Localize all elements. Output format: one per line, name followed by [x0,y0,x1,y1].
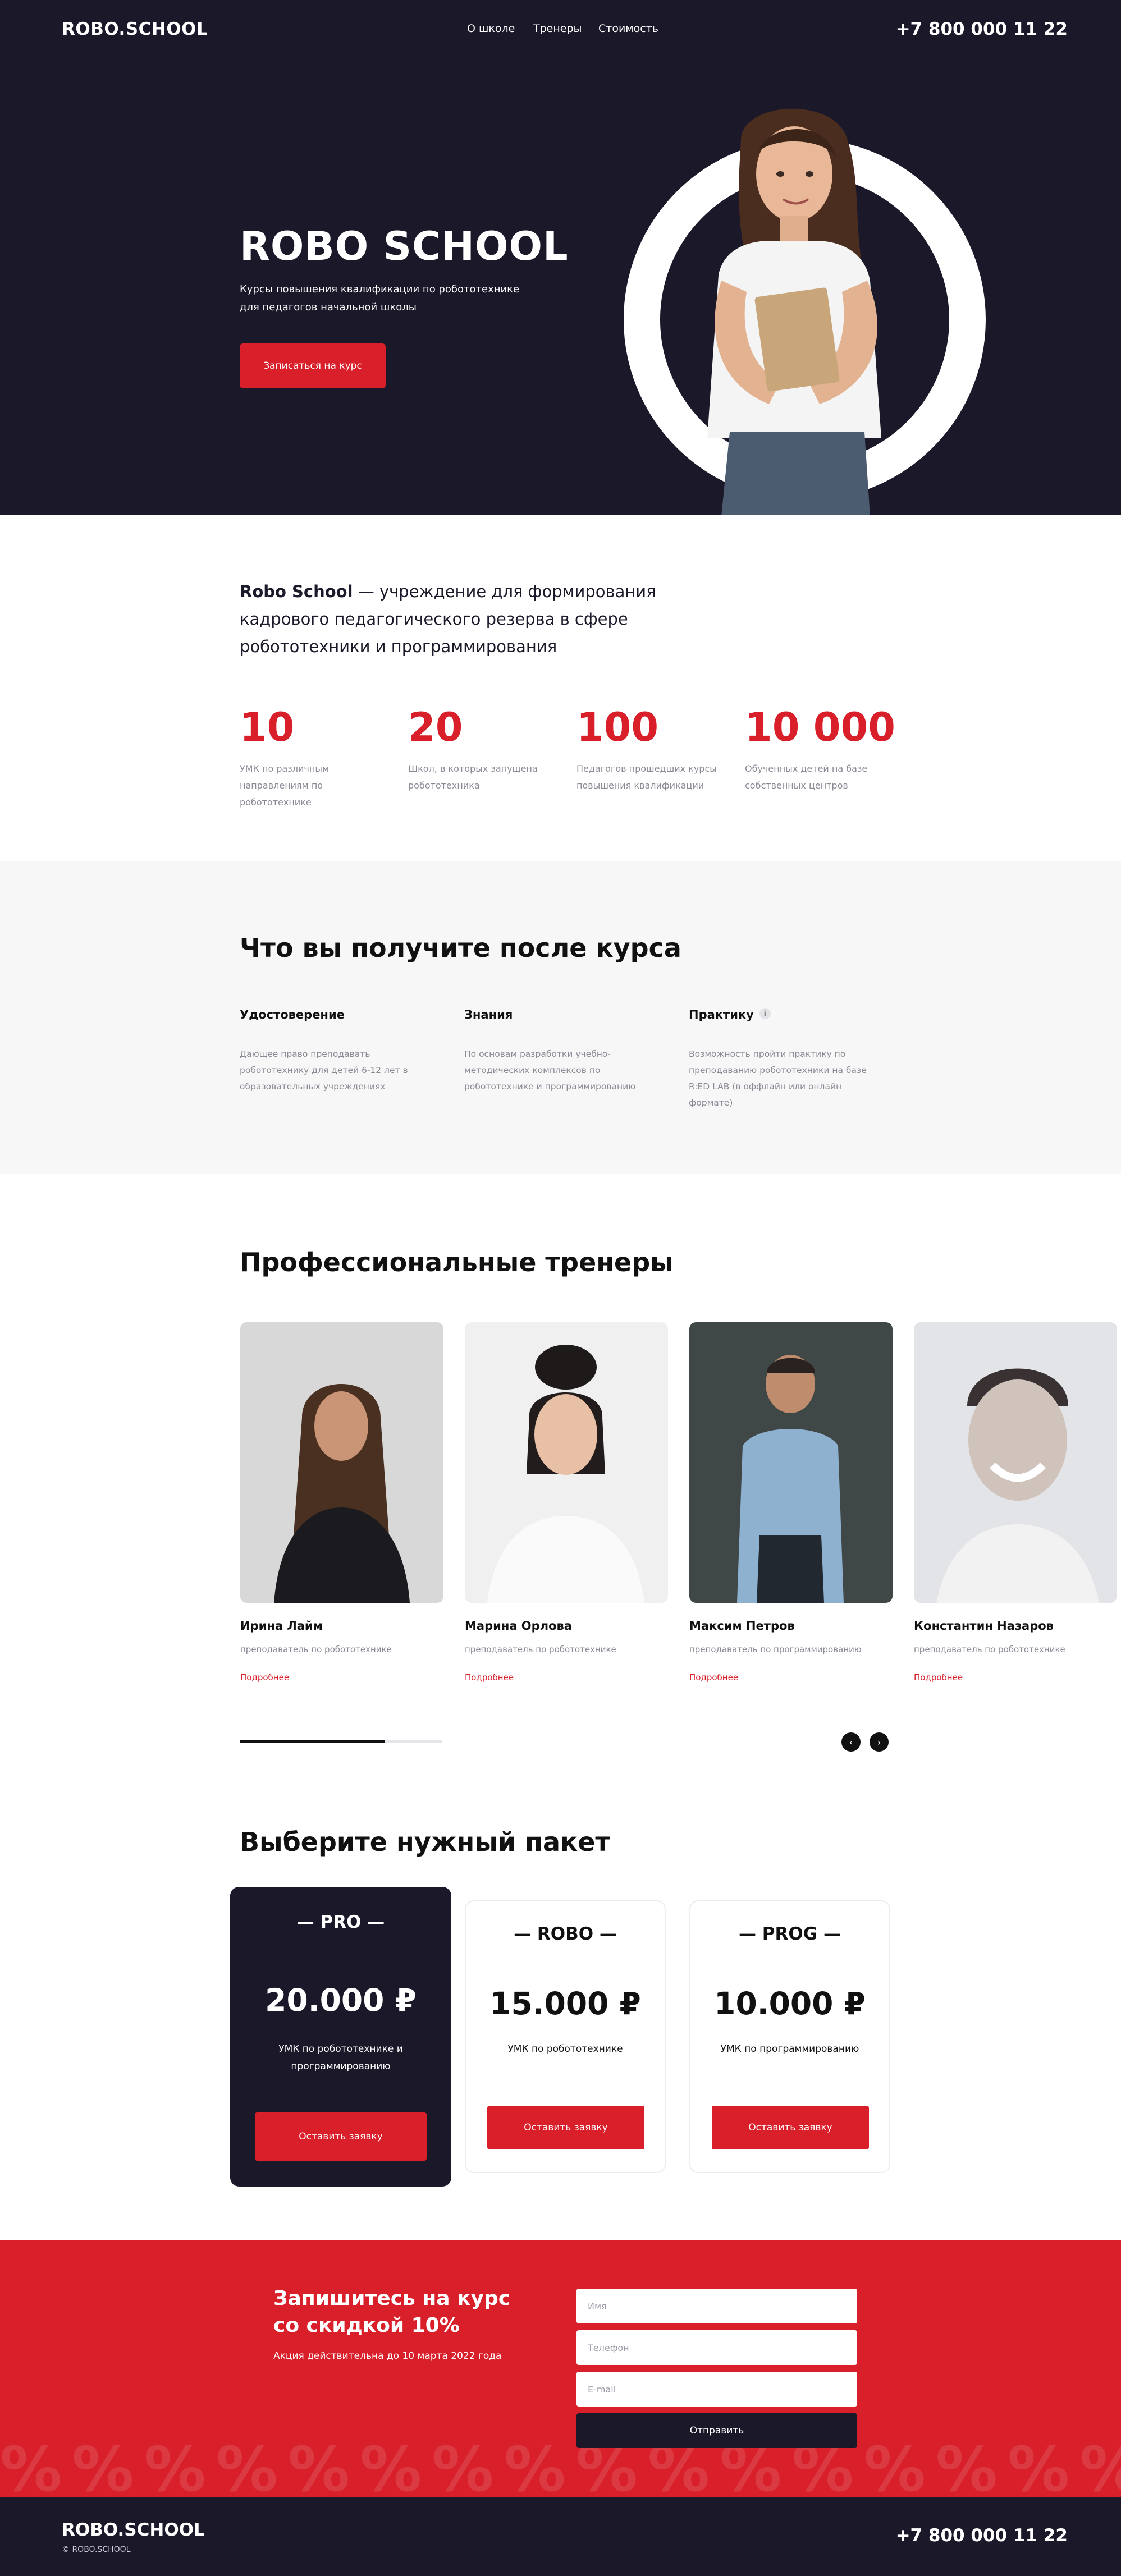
trainer-photo[interactable] [689,1322,893,1603]
stat-value: 10 000 [745,704,895,750]
percent-pattern-decoration: %%%%%%%%%%%%%%%%%%%%%%%%%%%%%% [0,2433,1121,2497]
plan-card-robo: — ROBO — 15.000 ₽ УМК по робототехнике О… [465,1900,666,2173]
hero-person-image [707,108,881,515]
plan-description: УМК по робототехнике и программированию [278,2043,403,2072]
trainer-role: преподаватель по робототехнике [914,1644,1065,1654]
trainer-portrait-image [914,1322,1117,1603]
footer: ROBO.SCHOOL © ROBO.SCHOOL +7 800 000 11 … [0,2497,1121,2576]
plan-name: — ROBO — [514,1924,617,1944]
trainer-portrait-image [240,1322,443,1603]
about-brand: Robo School [240,582,353,601]
phone-field[interactable] [576,2330,857,2365]
benefit-description: Возможность пройти практику по преподава… [689,1049,867,1108]
plan-name: — PRO — [296,1912,385,1932]
hero-subtitle-line2: для педагогов начальной школы [240,301,417,313]
plan-price: 10.000 ₽ [714,1986,866,2022]
stat-value: 20 [408,704,463,750]
nav-link-trainers[interactable]: Тренеры [533,22,582,35]
benefit-title: Практику [689,1008,754,1021]
chevron-right-icon[interactable]: › [870,1732,889,1752]
benefit-title-practice: Практику i [689,1008,771,1021]
email-field[interactable] [576,2372,857,2407]
trainer-role: преподаватель по робототехнике [465,1644,616,1654]
nav-link-about[interactable]: О школе [467,22,515,35]
about-text: Robo School — учреждение для формировани… [240,578,711,661]
benefit-description: Дающее право преподавать робототехнику д… [240,1049,408,1092]
trainer-name: Ирина Лайм [240,1619,323,1633]
hero-section: ROBO.SCHOOL О школе Тренеры Стоимость +7… [0,0,1121,515]
slider-progress-fill [240,1740,386,1743]
signup-section: %%%%%%%%%%%%%%%%%%%%%%%%%%%%%% Запишитес… [0,2240,1121,2497]
benefit-title: Знания [464,1008,513,1021]
trainer-role: преподаватель по программированию [689,1644,862,1654]
trainer-more-link[interactable]: Подробнее [240,1672,289,1683]
signup-note: Акция действительна до 10 марта 2022 год… [273,2350,502,2362]
trainer-more-link[interactable]: Подробнее [914,1672,963,1683]
info-icon[interactable]: i [759,1008,771,1019]
plan-card-prog: — PROG — 10.000 ₽ УМК по программировани… [689,1900,890,2173]
hero-subtitle: Курсы повышения квалификации по робототе… [240,281,532,317]
trainer-name: Марина Орлова [465,1619,572,1633]
plan-order-button[interactable]: Оставить заявку [255,2112,427,2161]
slider-progress-track[interactable] [240,1740,442,1743]
plan-description: УМК по программированию [720,2043,859,2055]
trainer-name: Константин Назаров [914,1619,1054,1633]
header-logo[interactable]: ROBO.SCHOOL [62,19,208,39]
footer-copyright: © ROBO.SCHOOL [62,2545,131,2554]
signup-title: Запишитесь на курс со скидкой 10% [273,2287,511,2337]
header-phone[interactable]: +7 800 000 11 22 [896,19,1068,39]
footer-phone[interactable]: +7 800 000 11 22 [896,2525,1068,2546]
enroll-button[interactable]: Записаться на курс [240,343,386,388]
hero-title: ROBO SCHOOL [240,223,569,269]
stat-value: 100 [576,704,659,750]
trainer-portrait-image [465,1322,668,1603]
trainer-photo[interactable] [240,1322,443,1603]
stat-label: Обученных детей на базе собственных цент… [745,763,868,791]
trainer-role: преподаватель по робототехнике [240,1644,392,1654]
plan-order-button[interactable]: Оставить заявку [487,2106,644,2149]
stat-value: 10 [240,704,295,750]
stat-label: Школ, в которых запущена робототехника [408,763,538,791]
benefits-title: Что вы получите после курса [240,933,681,963]
plan-price: 20.000 ₽ [265,1982,417,2018]
name-field[interactable] [576,2289,857,2323]
benefits-section: Что вы получите после курса Удостоверени… [0,861,1121,1174]
stat-label: Педагогов прошедших курсы повышения квал… [576,763,717,791]
benefit-description: По основам разработки учебно-методически… [464,1049,636,1092]
submit-button[interactable]: Отправить [576,2413,857,2448]
plan-order-button[interactable]: Оставить заявку [712,2106,869,2149]
benefit-title: Удостоверение [240,1008,345,1021]
trainer-name: Максим Петров [689,1619,795,1633]
pricing-title: Выберите нужный пакет [240,1827,611,1857]
chevron-left-icon[interactable]: ‹ [841,1732,861,1752]
plan-card-pro: — PRO — 20.000 ₽ УМК по робототехнике и … [230,1887,451,2187]
nav-link-price[interactable]: Стоимость [598,22,658,35]
trainer-portrait-image [689,1322,893,1603]
trainer-more-link[interactable]: Подробнее [689,1672,738,1683]
trainer-more-link[interactable]: Подробнее [465,1672,514,1683]
trainer-photo[interactable] [914,1322,1117,1603]
trainer-photo[interactable] [465,1322,668,1603]
hero-subtitle-line1: Курсы повышения квалификации по робототе… [240,283,520,295]
footer-logo[interactable]: ROBO.SCHOOL [62,2520,205,2540]
plan-price: 15.000 ₽ [489,1986,641,2022]
stat-label: УМК по различным направлениям по роботот… [240,763,330,808]
plan-description: УМК по робототехнике [507,2043,623,2055]
plan-name: — PROG — [739,1924,841,1944]
trainers-title: Профессиональные тренеры [240,1247,674,1277]
